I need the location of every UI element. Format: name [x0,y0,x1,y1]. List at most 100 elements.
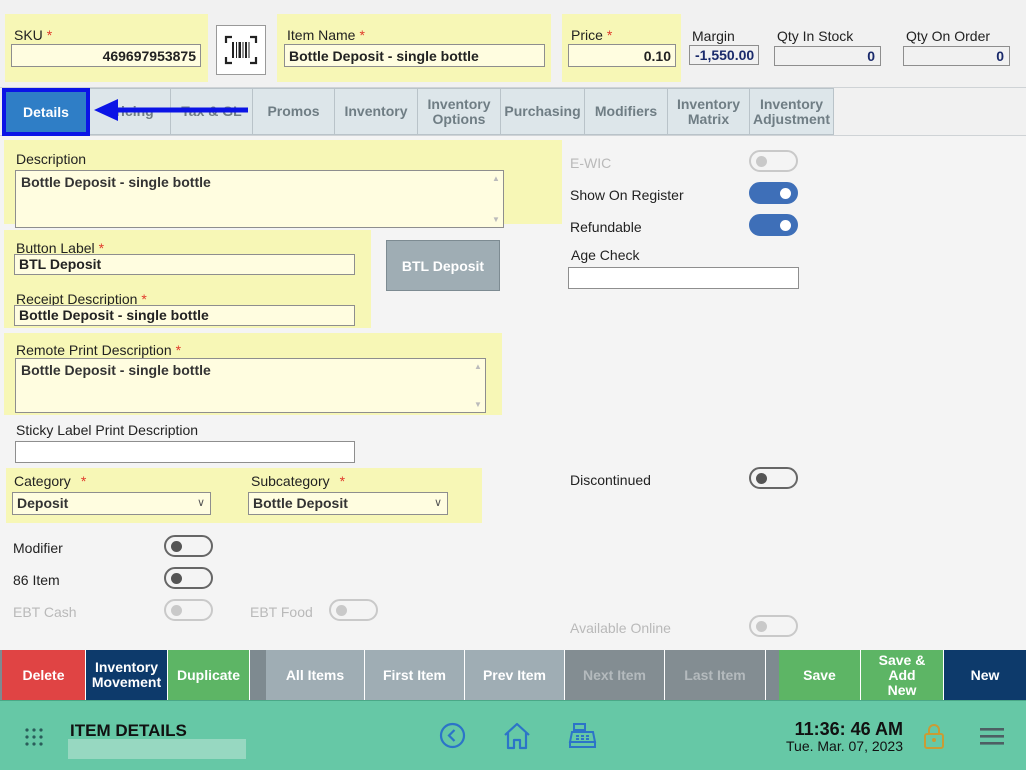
modifier-label: Modifier [13,540,63,556]
qty-on-order-label: Qty On Order [906,28,991,44]
tab-modifiers[interactable]: Modifiers [584,88,668,135]
available-online-toggle[interactable] [749,615,798,637]
prev-item-button[interactable]: Prev Item [465,650,565,700]
ebt-food-label: EBT Food [250,604,313,620]
remote-print-textarea[interactable]: Bottle Deposit - single bottle ▲ ▼ [15,358,486,413]
discontinued-toggle[interactable] [749,467,798,489]
button-label-preview[interactable]: BTL Deposit [386,240,500,291]
scrollbar[interactable]: ▲ ▼ [492,174,500,224]
age-check-input[interactable] [568,267,799,289]
category-block: Category * Deposit ∨ Subcategory * Bottle D… [6,468,482,523]
category-select[interactable]: Deposit ∨ [12,492,211,515]
first-item-button[interactable]: First Item [365,650,465,700]
all-items-button[interactable]: All Items [266,650,365,700]
barcode-scan-button[interactable] [216,25,266,75]
ebt-cash-label: EBT Cash [13,604,77,620]
age-check-label: Age Check [571,247,640,263]
price-block: Price * 0.10 [562,14,681,82]
ebt-food-toggle[interactable] [329,599,378,621]
item86-label: 86 Item [13,572,60,588]
home-icon[interactable] [502,721,532,750]
required-mark: * [80,473,87,489]
category-value: Deposit [17,495,69,511]
chevron-down-icon: ∨ [196,497,205,509]
required-mark: * [46,27,53,43]
duplicate-button[interactable]: Duplicate [168,650,250,700]
remote-print-value: Bottle Deposit - single bottle [21,362,211,378]
sku-block: SKU * 469697953875 [5,14,208,82]
sticky-label-input[interactable] [15,441,355,463]
footer-bar: ITEM DETAILS 11:36: 46 AM Tue. Mar. 07, … [0,700,1026,770]
refundable-label: Refundable [570,219,642,235]
ewic-label: E-WIC [570,155,612,171]
subcategory-label: Subcategory [251,473,330,489]
subcategory-value: Bottle Deposit [253,495,348,511]
available-online-label: Available Online [570,620,671,636]
required-mark: * [359,27,365,43]
subcategory-select[interactable]: Bottle Deposit ∨ [248,492,448,515]
barcode-icon [224,35,258,65]
lock-icon[interactable] [923,723,945,750]
button-receipt-block: Button Label * BTL Deposit Receipt Descri… [4,230,371,328]
save-add-new-button[interactable]: Save & Add New [861,650,944,700]
sku-label: SKU [14,27,43,43]
sku-input[interactable]: 469697953875 [11,44,201,67]
remote-print-label: Remote Print Description [16,342,172,358]
chevron-down-icon: ∨ [433,497,442,509]
price-input[interactable]: 0.10 [568,44,676,67]
refundable-toggle[interactable] [749,214,798,236]
tab-inventory[interactable]: Inventory [334,88,418,135]
clock-date: Tue. Mar. 07, 2023 [786,738,903,754]
tab-inventory-matrix[interactable]: Inventory Matrix [667,88,750,135]
show-on-register-label: Show On Register [570,187,684,203]
tab-details[interactable]: Details [2,88,90,136]
item-header: SKU * 469697953875 Item Name * Bottle Depo… [0,0,1026,88]
modifier-toggle[interactable] [164,535,213,557]
qty-on-order-value: 0 [903,46,1010,66]
remote-print-block: Remote Print Description * Bottle Deposit… [4,333,502,415]
tab-purchasing[interactable]: Purchasing [500,88,585,135]
inventory-movement-button[interactable]: Inventory Movement [86,650,168,700]
cash-register-icon[interactable] [568,722,597,749]
scrollbar[interactable]: ▲ ▼ [474,362,482,409]
button-label-input[interactable]: BTL Deposit [14,254,355,275]
required-mark: * [175,342,182,358]
qty-in-stock-label: Qty In Stock [777,28,854,44]
next-item-button[interactable]: Next Item [565,650,665,700]
action-bar: Delete Inventory Movement Duplicate All … [0,650,1026,700]
apps-grid-icon[interactable] [24,727,44,747]
required-mark: * [606,27,613,43]
save-button[interactable]: Save [779,650,861,700]
description-textarea[interactable]: Bottle Deposit - single bottle ▲ ▼ [15,170,504,228]
receipt-description-input[interactable]: Bottle Deposit - single bottle [14,305,355,326]
hamburger-menu-icon[interactable] [980,727,1004,745]
annotation-arrow-icon [94,99,248,121]
item86-toggle[interactable] [164,567,213,589]
item-name-input[interactable]: Bottle Deposit - single bottle [284,44,545,67]
tab-inventory-options[interactable]: Inventory Options [417,88,501,135]
required-mark: * [339,473,346,489]
show-on-register-toggle[interactable] [749,182,798,204]
price-label: Price [571,27,603,43]
description-block: Description Bottle Deposit - single bott… [4,140,562,228]
last-item-button[interactable]: Last Item [665,650,766,700]
delete-button[interactable]: Delete [2,650,86,700]
item-name-block: Item Name * Bottle Deposit - single bottl… [277,14,551,82]
ewic-toggle[interactable] [749,150,798,172]
ebt-cash-toggle[interactable] [164,599,213,621]
sticky-label-label: Sticky Label Print Description [16,422,199,438]
margin-label: Margin [692,28,735,44]
tab-inventory-adjustment[interactable]: Inventory Adjustment [749,88,834,135]
qty-in-stock-value: 0 [774,46,881,66]
screen-title: ITEM DETAILS [70,721,187,740]
new-button[interactable]: New [944,650,1026,700]
tab-bar: Details Pricing Tax & GL Promos Inventor… [0,88,1026,136]
redacted-store-name [68,739,246,759]
description-label: Description [16,151,87,167]
clock-time: 11:36: 46 AM [794,719,903,739]
category-label: Category [14,473,71,489]
tab-promos[interactable]: Promos [252,88,335,135]
details-panel: Description Bottle Deposit - single bott… [0,135,1026,650]
item-name-label: Item Name [287,27,356,43]
back-circle-icon[interactable] [439,722,466,749]
